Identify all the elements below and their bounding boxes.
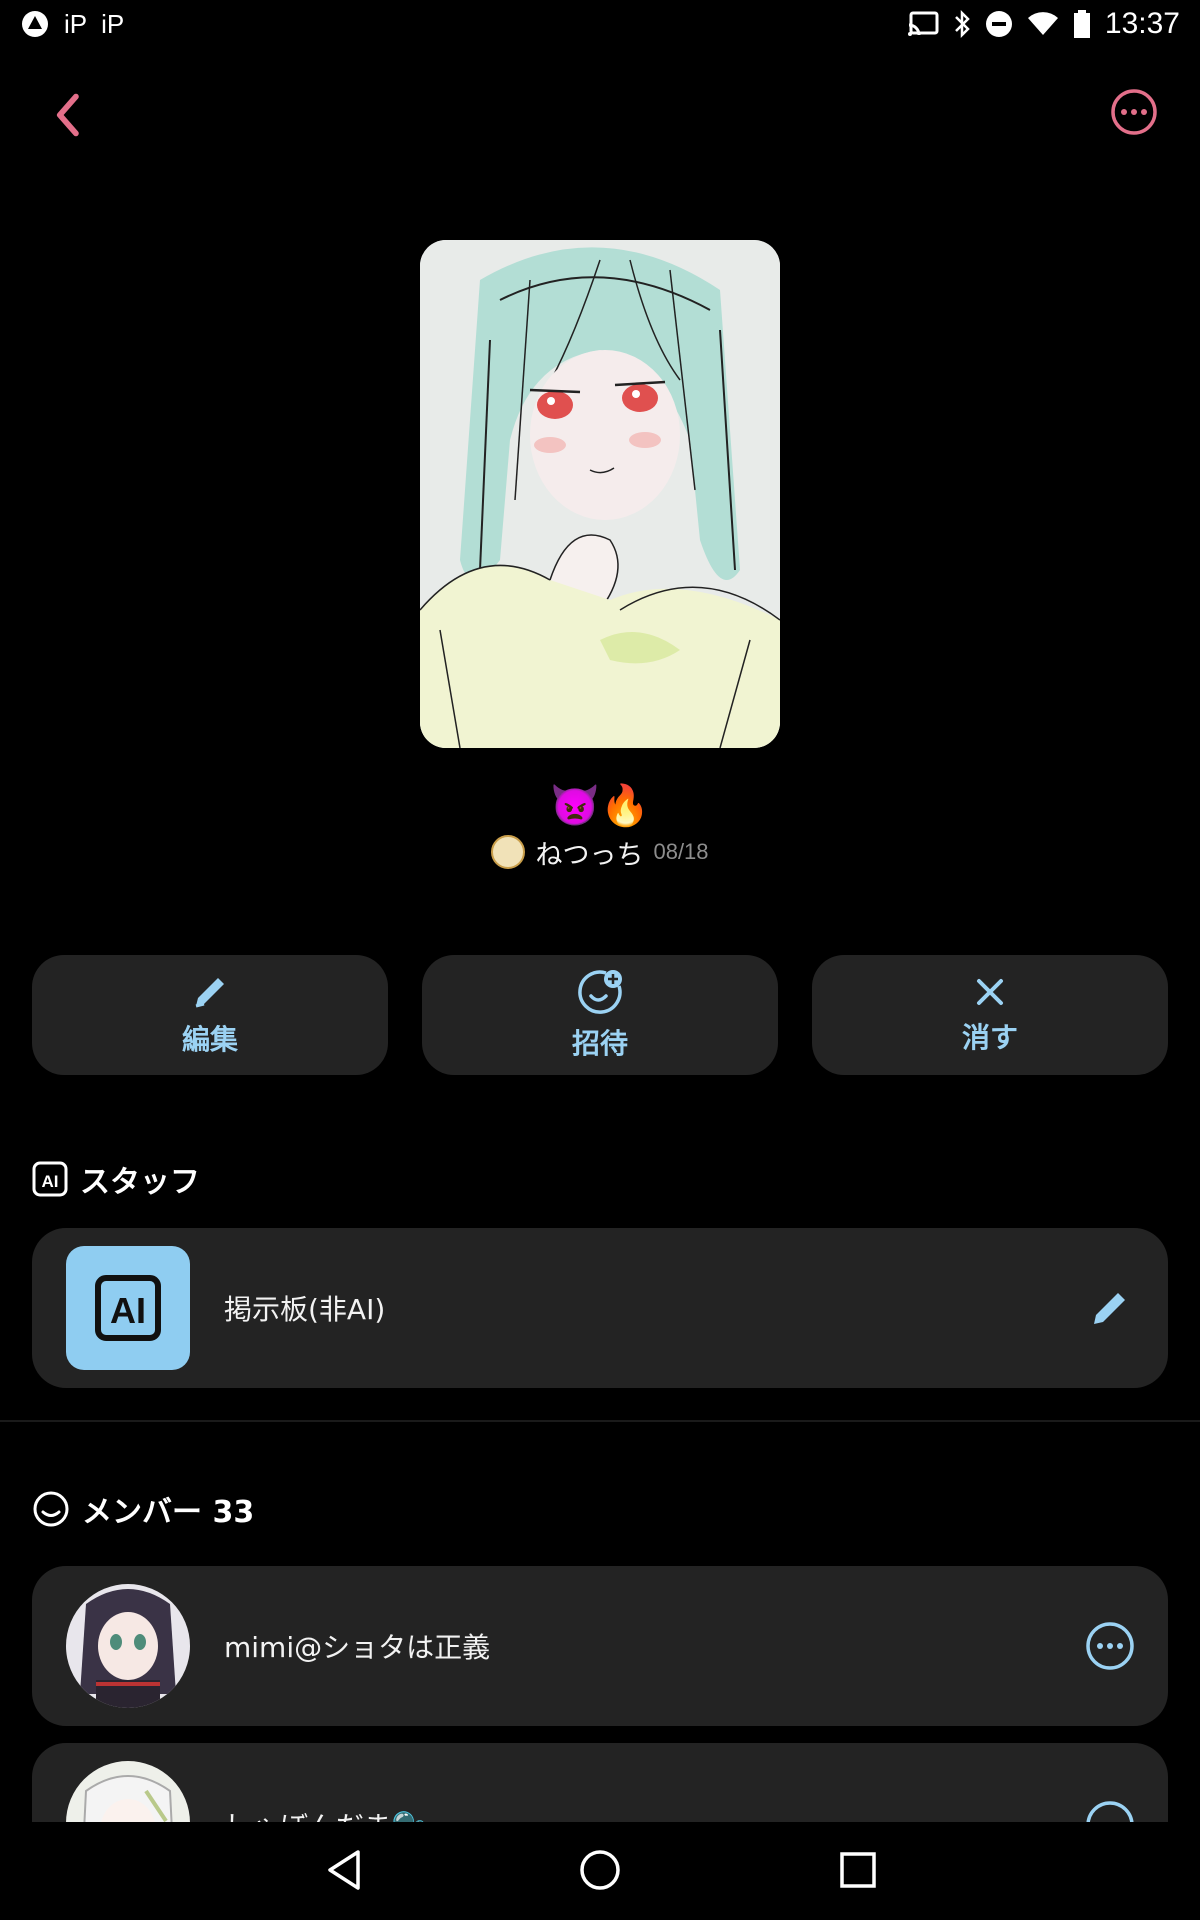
delete-label: 消す (961, 1021, 1018, 1054)
smile-icon (33, 1491, 69, 1527)
app-icon (22, 11, 48, 37)
back-nav-icon[interactable] (326, 1848, 362, 1892)
invite-label: 招待 (571, 1027, 628, 1060)
action-buttons: 編集 招待 消す (32, 955, 1168, 1075)
staff-section-header: AI スタッフ (32, 1157, 200, 1201)
recents-nav-icon[interactable] (838, 1850, 878, 1890)
pencil-icon (195, 978, 224, 1008)
staff-section-title: スタッフ (80, 1165, 200, 1200)
post-date: 08/18 (653, 839, 709, 864)
status-left: iP iP (20, 9, 124, 40)
more-circle-icon (1086, 1622, 1134, 1670)
edit-staff-button[interactable] (1084, 1282, 1136, 1334)
post-emojis: 👿🔥 (550, 782, 650, 829)
status-bar: iP iP 13:37 (0, 0, 1200, 48)
edit-label: 編集 (181, 1023, 238, 1056)
member-name: mimi@ショタは正義 (224, 1631, 491, 1664)
clock: 13:37 (1104, 7, 1180, 40)
svg-text:AI: AI (110, 1290, 146, 1331)
author-name[interactable]: ねつっち (535, 833, 643, 872)
svg-text:AI: AI (42, 1172, 59, 1191)
back-button[interactable] (46, 92, 92, 138)
member-avatar-image (66, 1584, 190, 1708)
member-row[interactable]: mimi@ショタは正義 (32, 1566, 1168, 1726)
pencil-icon (1094, 1293, 1125, 1324)
ip-label-2: iP (101, 8, 125, 39)
ai-badge-icon: AI (95, 1275, 161, 1341)
ai-icon: AI (32, 1161, 68, 1197)
avatar[interactable] (491, 835, 526, 869)
ai-board-avatar: AI (66, 1246, 190, 1370)
member-more-button[interactable] (1084, 1620, 1136, 1672)
anime-girl-illustration (420, 240, 780, 748)
status-right: 13:37 (907, 7, 1180, 41)
system-nav-bar (0, 1822, 1200, 1920)
cover-image[interactable] (420, 240, 780, 748)
bluetooth-icon (955, 9, 970, 39)
member-avatar[interactable] (66, 1584, 190, 1708)
invite-button[interactable]: 招待 (422, 955, 778, 1075)
home-nav-icon[interactable] (578, 1848, 622, 1892)
staff-item-label: 掲示板(非AI) (224, 1293, 386, 1326)
author-row[interactable]: ねつっち 08/18 (0, 832, 1200, 872)
chevron-left-icon (56, 93, 79, 137)
more-options-button[interactable] (1110, 88, 1158, 136)
wifi-icon (1027, 12, 1058, 35)
battery-icon (1073, 10, 1090, 38)
edit-button[interactable]: 編集 (32, 955, 388, 1075)
cast-icon (907, 11, 939, 36)
members-section-header: メンバー 33 (32, 1487, 254, 1531)
ip-label-1: iP (64, 8, 88, 39)
close-icon (977, 979, 1003, 1005)
members-section-title: メンバー 33 (82, 1495, 255, 1530)
dnd-icon (985, 11, 1012, 37)
invite-icon (578, 970, 622, 1014)
section-divider (0, 1420, 1200, 1422)
delete-button[interactable]: 消す (812, 955, 1168, 1075)
staff-card[interactable]: AI 掲示板(非AI) (32, 1228, 1168, 1388)
